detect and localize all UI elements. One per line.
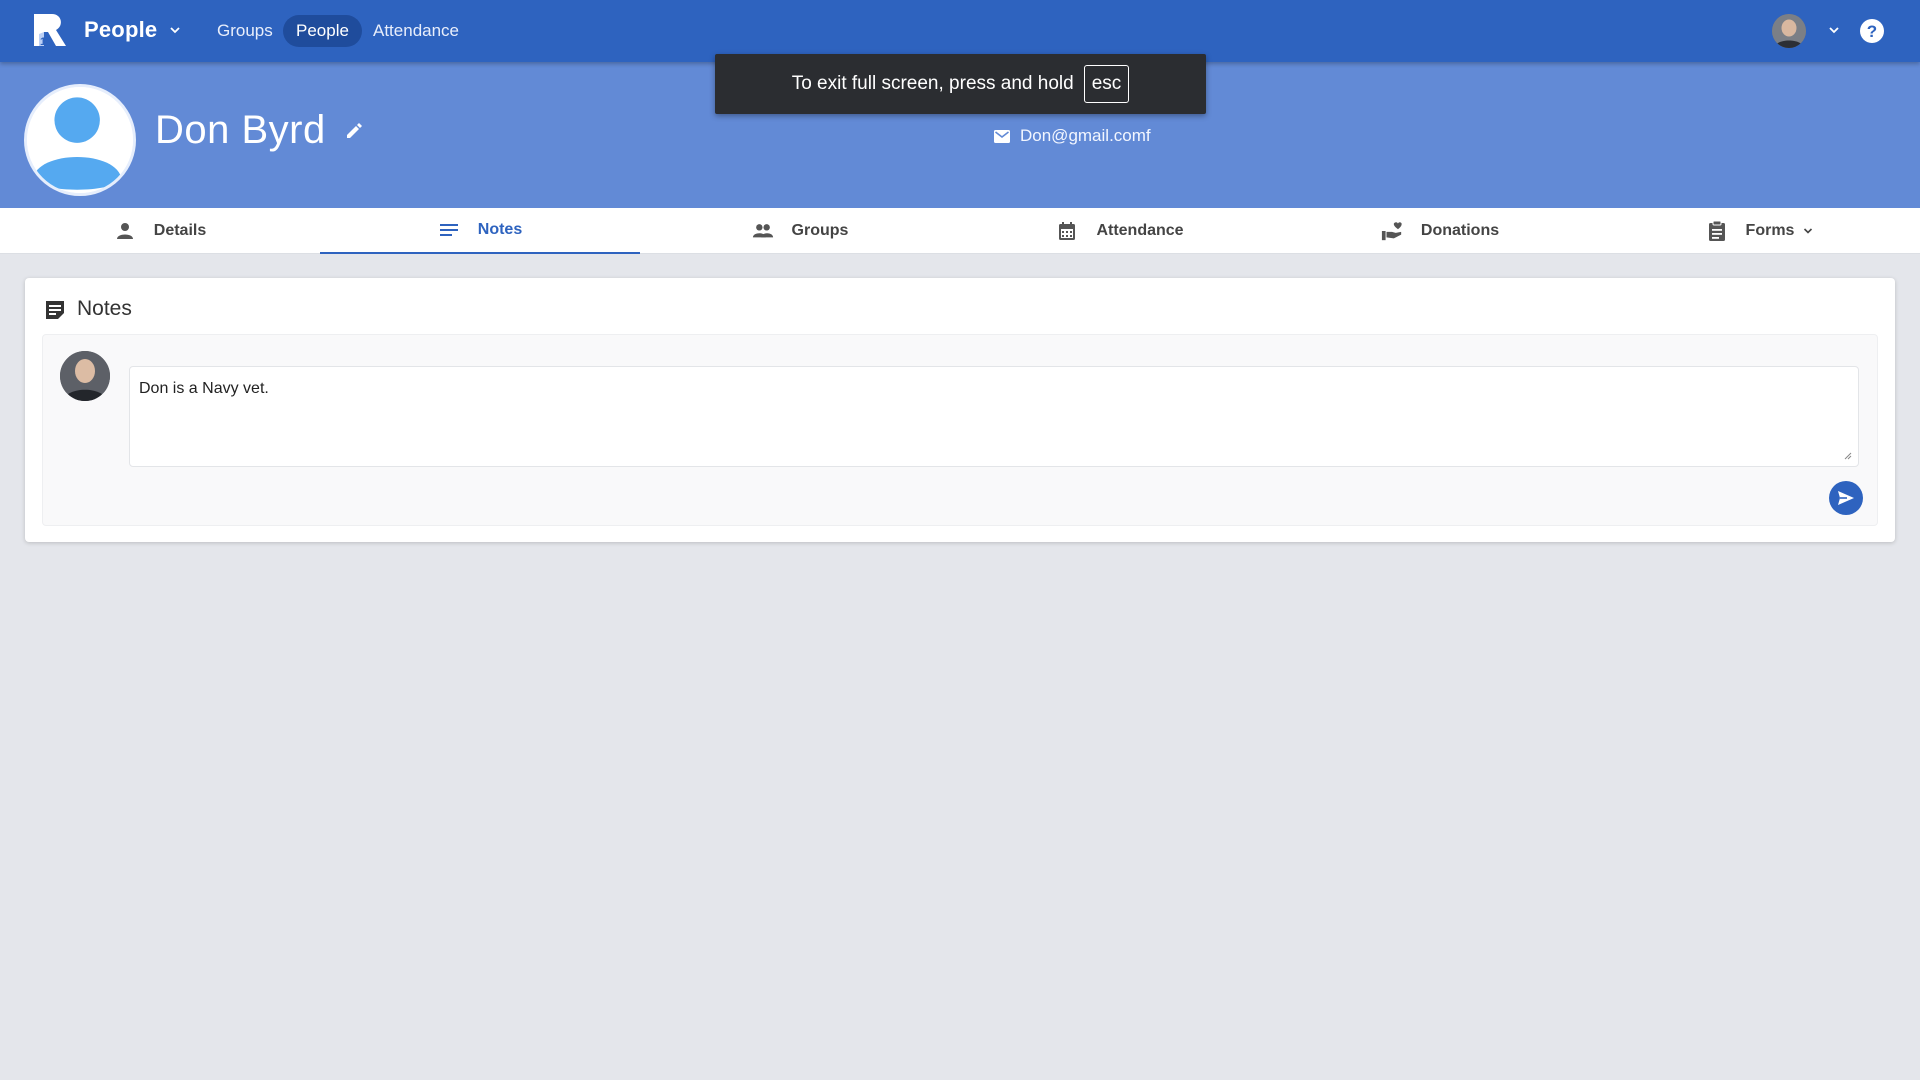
people-icon xyxy=(752,224,773,238)
profile-photo[interactable] xyxy=(24,84,136,196)
donation-hand-icon xyxy=(1381,222,1402,241)
svg-text:?: ? xyxy=(1867,22,1877,41)
tab-forms[interactable]: Forms xyxy=(1600,208,1920,254)
tab-groups[interactable]: Groups xyxy=(640,208,960,254)
author-avatar xyxy=(60,351,110,401)
send-icon xyxy=(1838,491,1854,505)
tab-donations[interactable]: Donations xyxy=(1280,208,1600,254)
tab-groups-label: Groups xyxy=(791,222,849,239)
nav-attendance[interactable]: Attendance xyxy=(373,18,459,44)
tab-attendance-label: Attendance xyxy=(1096,222,1184,239)
chevron-down-icon[interactable] xyxy=(1827,23,1841,37)
calendar-icon xyxy=(1059,222,1076,240)
toast-message: To exit full screen, press and hold xyxy=(791,73,1074,94)
email-info: Don@gmail.comf xyxy=(994,125,1151,147)
note-composer: Don is a Navy vet. xyxy=(42,334,1878,526)
note-text: Don is a Navy vet. xyxy=(139,380,269,397)
note-textarea[interactable]: Don is a Navy vet. xyxy=(129,366,1859,467)
person-name: Don Byrd xyxy=(155,108,326,152)
notes-lines-icon xyxy=(439,224,458,236)
resize-grip-icon[interactable] xyxy=(1842,450,1852,460)
nav-groups[interactable]: Groups xyxy=(217,18,273,44)
tab-details-label: Details xyxy=(153,222,207,239)
tab-donations-label: Donations xyxy=(1420,222,1500,239)
profile-tabs: Details Notes Groups Attendance Donation… xyxy=(0,208,1920,254)
nav-people[interactable]: People xyxy=(283,15,362,47)
app-title[interactable]: People xyxy=(84,17,157,43)
chevron-down-icon xyxy=(1804,228,1813,234)
pencil-icon[interactable] xyxy=(344,121,364,141)
tab-notes-label: Notes xyxy=(477,221,523,238)
user-avatar[interactable] xyxy=(1772,14,1806,48)
tab-notes[interactable]: Notes xyxy=(320,208,640,254)
send-note-button[interactable] xyxy=(1829,481,1863,515)
tab-attendance[interactable]: Attendance xyxy=(960,208,1280,254)
notes-card: Notes Don is a Navy vet. xyxy=(25,278,1895,542)
esc-key-label: esc xyxy=(1083,65,1130,103)
clipboard-icon xyxy=(1708,220,1725,241)
fullscreen-toast: To exit full screen, press and hold esc xyxy=(715,54,1206,114)
tab-forms-label: Forms xyxy=(1745,222,1795,239)
person-icon xyxy=(116,223,133,239)
tab-details[interactable]: Details xyxy=(0,208,320,254)
email-address[interactable]: Don@gmail.comf xyxy=(1020,126,1151,146)
sticky-note-icon xyxy=(46,301,64,319)
chevron-down-icon[interactable] xyxy=(168,23,182,37)
mail-icon xyxy=(994,129,1010,143)
app-bar: 1 People Groups People Attendance ? xyxy=(0,0,1920,62)
svg-text:1: 1 xyxy=(40,36,46,48)
notes-title: Notes xyxy=(77,297,132,320)
brand-logo-icon[interactable]: 1 xyxy=(30,12,70,50)
help-icon[interactable]: ? xyxy=(1859,18,1885,44)
